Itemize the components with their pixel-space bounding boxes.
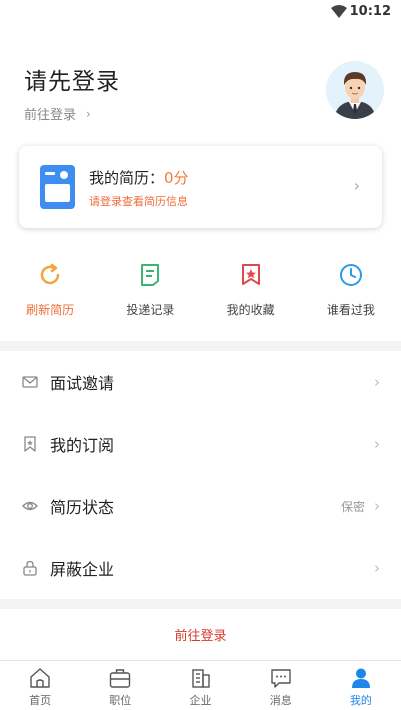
status-bar: 10:12 (0, 0, 401, 24)
tab-home[interactable]: 首页 (0, 661, 80, 710)
document-icon (141, 264, 160, 286)
tab-me[interactable]: 我的 (321, 661, 401, 710)
star-bookmark-icon (241, 264, 260, 285)
avatar[interactable] (326, 61, 384, 119)
quick-who-viewed-me[interactable]: 谁看过我 (301, 262, 401, 324)
menu-item-block-companies[interactable]: 屏蔽企业 › (0, 537, 401, 599)
quick-my-favorites[interactable]: 我的收藏 (201, 262, 301, 324)
person-icon (351, 668, 370, 688)
chevron-right-icon: › (374, 559, 380, 577)
quick-label: 我的收藏 (226, 303, 275, 317)
quick-delivery-records[interactable]: 投递记录 (100, 262, 200, 324)
chevron-right-icon: › (374, 435, 380, 453)
status-time: 10:12 (349, 4, 391, 19)
bookmark-icon (24, 436, 36, 452)
menu-item-label: 面试邀请 (50, 374, 115, 393)
tab-label: 我的 (349, 694, 372, 707)
tab-companies[interactable]: 企业 (160, 661, 240, 710)
resume-title: 我的简历：0分 (89, 167, 189, 188)
chevron-right-icon: › (353, 176, 360, 195)
avatar-person-icon (326, 61, 384, 119)
quick-label: 谁看过我 (326, 303, 375, 317)
eye-icon (22, 501, 38, 511)
page-title: 请先登录 (24, 69, 120, 95)
section-divider (0, 599, 401, 609)
tab-label: 消息 (269, 694, 292, 707)
menu-item-interview-invites[interactable]: 面试邀请 › (0, 351, 401, 413)
chevron-right-icon: › (86, 106, 91, 121)
quick-label: 投递记录 (126, 303, 175, 317)
resume-card[interactable]: 我的简历：0分 请登录查看简历信息 › (19, 146, 382, 228)
tab-jobs[interactable]: 职位 (80, 661, 160, 710)
refresh-icon (40, 263, 60, 285)
menu-item-subscriptions[interactable]: 我的订阅 › (0, 413, 401, 475)
section-divider (0, 341, 401, 351)
resume-score: 0分 (164, 169, 189, 187)
building-icon (191, 669, 210, 688)
briefcase-icon (110, 669, 131, 688)
chevron-right-icon: › (374, 497, 380, 515)
tab-label: 职位 (109, 694, 132, 707)
menu-list: 面试邀请 › 我的订阅 › 简历状态 保密 › 屏蔽企业 › (0, 351, 401, 599)
menu-item-label: 我的订阅 (50, 436, 115, 455)
menu-item-resume-status[interactable]: 简历状态 保密 › (0, 475, 401, 537)
tab-label: 企业 (189, 694, 212, 707)
login-link-label: 前往登录 (24, 108, 77, 123)
resume-subtitle: 请登录查看简历信息 (89, 195, 188, 208)
quick-refresh-resume[interactable]: 刷新简历 (0, 262, 100, 324)
resume-icon (40, 165, 75, 209)
quick-actions: 刷新简历 投递记录 我的收藏 谁看过我 (0, 262, 401, 324)
login-button[interactable]: 前往登录 (0, 609, 401, 659)
resume-status-value: 保密 (340, 499, 365, 514)
login-link[interactable]: 前往登录 › (24, 104, 91, 124)
tab-messages[interactable]: 消息 (241, 661, 321, 710)
clock-icon (339, 264, 362, 286)
chevron-right-icon: › (374, 373, 380, 391)
tab-label: 首页 (29, 694, 52, 707)
menu-item-label: 简历状态 (50, 498, 115, 517)
home-icon (30, 668, 50, 688)
quick-label: 刷新简历 (26, 303, 75, 317)
wifi-icon (331, 5, 347, 18)
lock-icon (23, 560, 37, 576)
mail-icon (22, 376, 38, 388)
resume-title-label: 我的简历： (89, 169, 165, 187)
message-icon (271, 669, 291, 688)
bottom-tabbar: 首页 职位 企业 消息 我的 (0, 660, 401, 710)
menu-item-label: 屏蔽企业 (50, 560, 115, 579)
